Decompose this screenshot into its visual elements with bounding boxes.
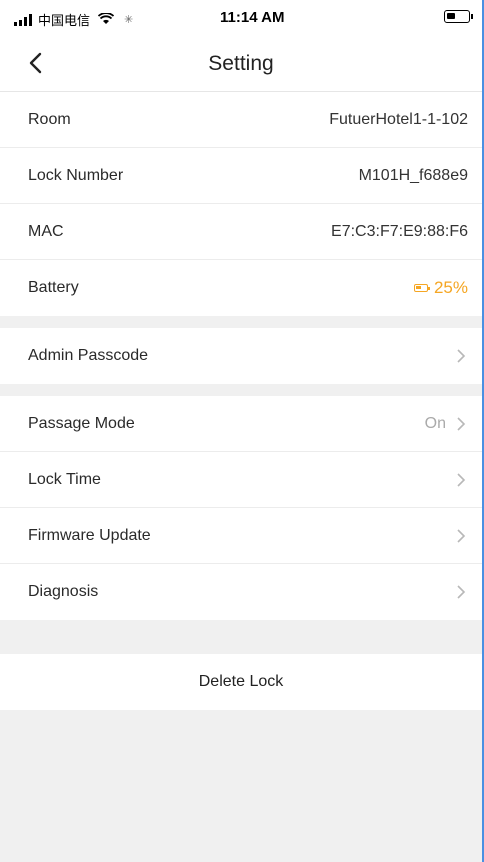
chevron-right-icon [456,416,468,432]
page-title: Setting [208,52,274,75]
firmware-update-row[interactable]: Firmware Update [0,508,482,564]
room-label: Room [28,110,71,128]
lock-number-row: Lock Number M101H_f688e9 [0,148,482,204]
signal-icon [14,13,32,26]
delete-lock-button[interactable]: Delete Lock [0,654,482,710]
admin-passcode-row[interactable]: Admin Passcode [0,328,482,384]
diagnosis-row[interactable]: Diagnosis [0,564,482,620]
chevron-right-icon [456,348,468,364]
admin-passcode-label: Admin Passcode [28,347,149,364]
room-value: FutuerHotel1-1-102 [329,110,468,128]
battery-percent: 25% [433,278,468,297]
mac-label: MAC [28,222,64,240]
nav-bar: Setting [0,36,482,92]
passage-mode-label: Passage Mode [28,414,135,432]
mac-row: MAC E7:C3:F7:E9:88:F6 [0,204,482,260]
diagnosis-label: Diagnosis [28,583,99,600]
battery-label: Battery [28,279,79,296]
battery-status: 25% [413,278,468,298]
settings-screen: 中国电信 ✳ 11:14 AM Setting Room FutuerHotel… [0,0,484,862]
lock-info-group: Room FutuerHotel1-1-102 Lock Number M101… [0,92,482,316]
mac-value: E7:C3:F7:E9:88:F6 [331,222,468,240]
battery-row: Battery 25% [0,260,482,316]
lock-time-row[interactable]: Lock Time [0,452,482,508]
admin-group: Admin Passcode [0,328,482,384]
battery-level-icon [413,284,430,292]
battery-icon [444,10,473,23]
chevron-right-icon [456,528,468,544]
activity-spinner-icon: ✳ [124,14,134,26]
wifi-icon [97,11,115,28]
passage-mode-value: On [424,414,446,432]
status-time: 11:14 AM [220,9,285,26]
firmware-update-label: Firmware Update [28,526,151,544]
lock-number-label: Lock Number [28,166,124,184]
room-row: Room FutuerHotel1-1-102 [0,92,482,148]
chevron-right-icon [456,584,468,600]
carrier-label: 中国电信 [38,14,91,29]
status-left: 中国电信 ✳ [14,10,133,29]
chevron-right-icon [456,472,468,488]
passage-mode-row[interactable]: Passage Mode On [0,396,482,452]
lock-settings-group: Passage Mode On Lock Time Firmware Updat… [0,396,482,620]
status-bar: 中国电信 ✳ 11:14 AM [0,0,482,36]
lock-time-label: Lock Time [28,470,101,488]
lock-number-value: M101H_f688e9 [358,166,468,184]
